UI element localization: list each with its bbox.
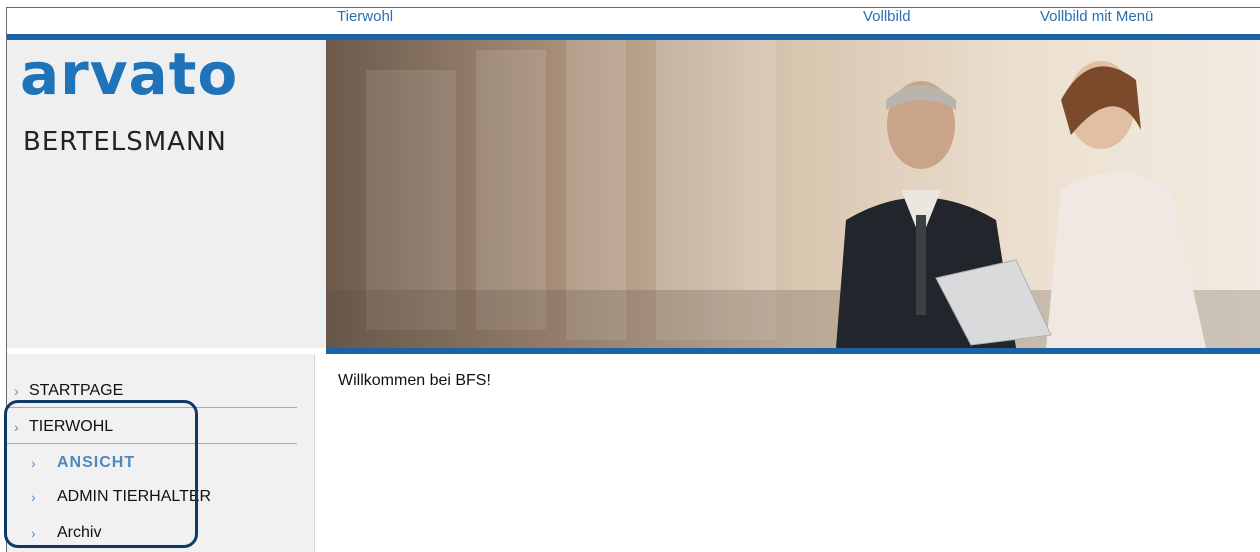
highlight-callout-box: [4, 400, 198, 548]
nav-item-label: STARTPAGE: [29, 381, 124, 399]
hero-divider: [326, 348, 1260, 354]
hero-image: [326, 40, 1260, 348]
brand-sublogo: BERTELSMANN: [23, 127, 227, 157]
brand-logo: arvato: [20, 40, 239, 108]
top-link-bar: Tierwohl Vollbild Vollbild mit Menü: [7, 8, 1260, 34]
link-vollbild[interactable]: Vollbild: [863, 8, 911, 26]
hero-illustration: [326, 40, 1260, 348]
chevron-right-icon: ›: [14, 382, 19, 399]
link-vollbild-mit-menu[interactable]: Vollbild mit Menü: [1040, 8, 1153, 26]
link-tierwohl[interactable]: Tierwohl: [337, 8, 393, 26]
welcome-text: Willkommen bei BFS!: [338, 372, 491, 389]
logo-panel: arvato BERTELSMANN: [7, 40, 326, 348]
main-content: Willkommen bei BFS!: [338, 372, 491, 390]
